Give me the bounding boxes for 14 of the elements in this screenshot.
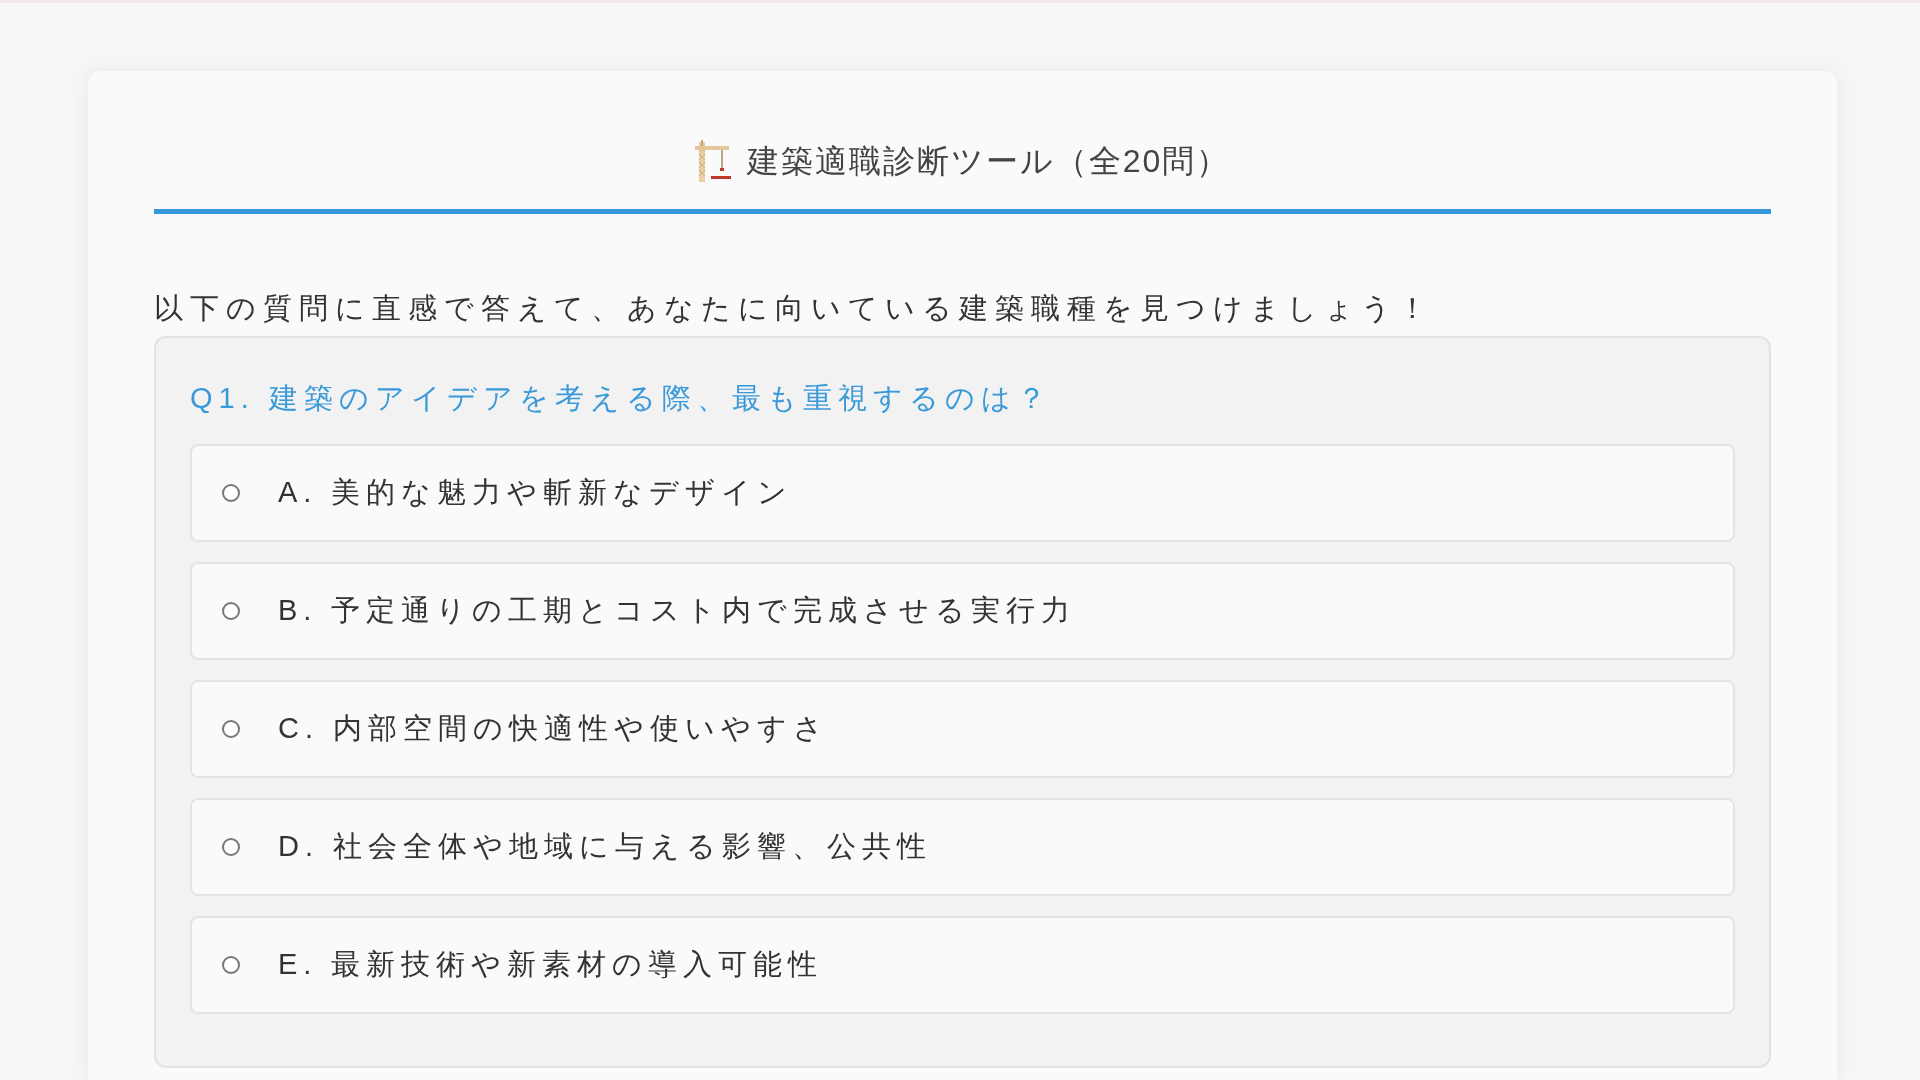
question-text: Q1. 建築のアイデアを考える際、最も重視するのは？ bbox=[190, 381, 1053, 416]
radio-button[interactable] bbox=[222, 956, 240, 974]
page-title: 建築適職診断ツール（全20問） bbox=[746, 142, 1231, 181]
answer-option[interactable]: E. 最新技術や新素材の導入可能性 bbox=[190, 916, 1735, 1014]
radio-button[interactable] bbox=[222, 720, 240, 738]
answer-option[interactable]: D. 社会全体や地域に与える影響、公共性 bbox=[190, 798, 1735, 896]
crane-icon bbox=[694, 140, 731, 182]
intro-text: 以下の質問に直感で答えて、あなたに向いている建築職種を見つけましょう！ bbox=[154, 291, 1435, 326]
answer-option[interactable]: A. 美的な魅力や斬新なデザイン bbox=[190, 444, 1735, 542]
answer-option[interactable]: B. 予定通りの工期とコスト内で完成させる実行力 bbox=[190, 562, 1735, 660]
radio-button[interactable] bbox=[222, 838, 240, 856]
answer-option[interactable]: C. 内部空間の快適性や使いやすさ bbox=[190, 680, 1735, 778]
radio-button[interactable] bbox=[222, 602, 240, 620]
radio-button[interactable] bbox=[222, 484, 240, 502]
